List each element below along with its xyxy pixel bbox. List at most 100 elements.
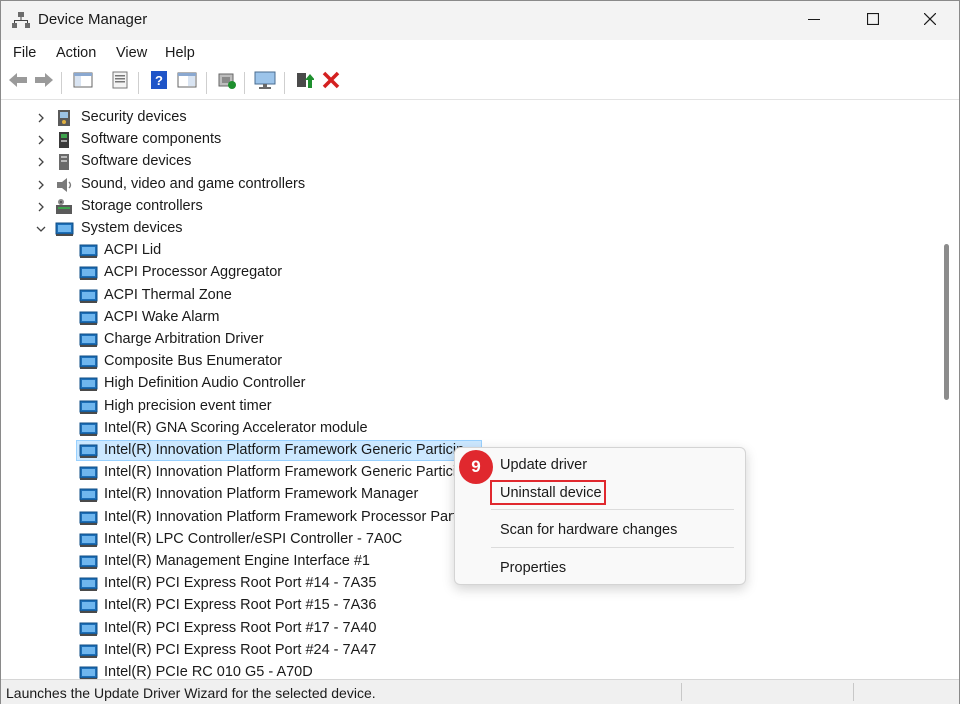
- tree-category-security-devices[interactable]: Security devices: [2, 107, 936, 129]
- status-bar: Launches the Update Driver Wizard for th…: [1, 679, 959, 704]
- tree-device-label: Intel(R) PCI Express Root Port #17 - 7A4…: [104, 619, 377, 636]
- chevron-right-icon[interactable]: [35, 178, 47, 190]
- properties-icon: [111, 71, 129, 94]
- tree-device[interactable]: ACPI Lid: [2, 240, 936, 262]
- chevron-down-icon[interactable]: [35, 222, 47, 234]
- tree-device[interactable]: Intel(R) PCIe RC 010 G5 - A70D: [2, 662, 936, 679]
- toolbar: ?: [1, 67, 959, 100]
- system-device-icon: [79, 442, 99, 460]
- maximize-icon: [866, 12, 880, 30]
- uninstall-button[interactable]: [320, 71, 342, 93]
- system-device-icon: [79, 242, 99, 260]
- tree-device[interactable]: Charge Arbitration Driver: [2, 329, 936, 351]
- menu-file[interactable]: File: [13, 45, 36, 61]
- show-hide-console-tree-button[interactable]: [72, 71, 94, 93]
- help-button[interactable]: ?: [148, 70, 170, 93]
- scan-hardware-icon: [217, 70, 237, 95]
- chevron-right-icon[interactable]: [35, 155, 47, 167]
- tree-category-label: Software devices: [81, 153, 192, 170]
- show-hide-tree-icon: [73, 71, 93, 94]
- monitor-icon: [254, 70, 276, 95]
- software-component-icon: [55, 131, 75, 149]
- toolbar-separator: [244, 72, 245, 94]
- back-button[interactable]: [7, 71, 29, 93]
- close-button[interactable]: [901, 1, 959, 40]
- tree-device[interactable]: Composite Bus Enumerator: [2, 351, 936, 373]
- forward-button[interactable]: [33, 71, 55, 93]
- ctx-scan-hardware[interactable]: Scan for hardware changes: [500, 522, 677, 538]
- software-device-icon: [55, 153, 75, 171]
- device-tree: Security devices Software components Softw…: [2, 101, 936, 679]
- tree-device-label: Intel(R) Management Engine Interface #1: [104, 553, 370, 569]
- status-text: Launches the Update Driver Wizard for th…: [6, 685, 376, 701]
- tree-device[interactable]: Intel(R) PCI Express Root Port #24 - 7A4…: [2, 640, 936, 662]
- system-device-icon: [79, 664, 99, 679]
- view-icon: [177, 71, 197, 94]
- tree-device[interactable]: ACPI Thermal Zone: [2, 285, 936, 307]
- device-manager-app-icon: [12, 11, 30, 29]
- tree-device[interactable]: High precision event timer: [2, 396, 936, 418]
- maximize-button[interactable]: [844, 1, 902, 40]
- tree-category-storage-controllers[interactable]: Storage controllers: [2, 196, 936, 218]
- step-badge: 9: [459, 450, 493, 484]
- toolbar-separator: [61, 72, 62, 94]
- toolbar-separator: [206, 72, 207, 94]
- tree-device-label: Intel(R) PCI Express Root Port #14 - 7A3…: [104, 575, 377, 592]
- tree-category-sound-video-and-game-controllers[interactable]: Sound, video and game controllers: [2, 174, 936, 196]
- view-button[interactable]: [176, 71, 198, 93]
- chevron-right-icon[interactable]: [35, 133, 47, 145]
- tree-device-label: Intel(R) Innovation Platform Framework G…: [104, 442, 465, 458]
- system-device-icon: [79, 464, 99, 482]
- tree-device-label: High precision event timer: [104, 397, 272, 414]
- tree-category-label: Software components: [81, 131, 222, 148]
- system-device-icon: [79, 620, 99, 638]
- tree-device[interactable]: Intel(R) GNA Scoring Accelerator module: [2, 418, 936, 440]
- tree-category-software-components[interactable]: Software components: [2, 129, 936, 151]
- ctx-update-driver[interactable]: Update driver: [500, 457, 587, 473]
- system-device-icon: [79, 531, 99, 549]
- tree-device[interactable]: Intel(R) PCI Express Root Port #17 - 7A4…: [2, 618, 936, 640]
- monitor-button[interactable]: [254, 71, 276, 93]
- uninstall-highlight-box: [490, 480, 606, 505]
- menu-help[interactable]: Help: [165, 45, 195, 61]
- status-divider: [853, 683, 854, 701]
- chevron-right-icon[interactable]: [35, 200, 47, 212]
- menu-action[interactable]: Action: [56, 45, 96, 61]
- ctx-separator: [491, 509, 734, 510]
- tree-device-label: Intel(R) Innovation Platform Framework P…: [104, 508, 468, 525]
- ctx-properties[interactable]: Properties: [500, 560, 566, 576]
- svg-text:?: ?: [155, 73, 163, 88]
- tree-device[interactable]: ACPI Wake Alarm: [2, 307, 936, 329]
- forward-arrow-icon: [34, 72, 54, 93]
- system-device-icon: [79, 575, 99, 593]
- tree-device-label: Charge Arbitration Driver: [104, 331, 264, 347]
- tree-category-software-devices[interactable]: Software devices: [2, 151, 936, 173]
- update-driver-button[interactable]: [293, 71, 315, 93]
- scrollbar-thumb[interactable]: [944, 244, 949, 400]
- context-menu: Update driver Uninstall device Scan for …: [454, 447, 746, 585]
- tree-category-system-devices[interactable]: System devices: [2, 218, 936, 240]
- tree-device[interactable]: ACPI Processor Aggregator: [2, 262, 936, 284]
- minimize-button[interactable]: [785, 1, 843, 40]
- scan-hardware-button[interactable]: [216, 71, 238, 93]
- tree-device-label: ACPI Processor Aggregator: [104, 264, 283, 281]
- minimize-icon: [808, 12, 820, 30]
- device-manager-window: Device Manager File Action View Help ? S…: [0, 0, 960, 704]
- system-device-icon: [79, 264, 99, 282]
- system-device-icon: [79, 331, 99, 349]
- window-title: Device Manager: [38, 11, 148, 28]
- tree-device[interactable]: Intel(R) PCI Express Root Port #15 - 7A3…: [2, 595, 936, 617]
- tree-device-label: Composite Bus Enumerator: [104, 353, 283, 370]
- system-device-icon: [79, 353, 99, 371]
- tree-device[interactable]: High Definition Audio Controller: [2, 373, 936, 395]
- properties-button[interactable]: [109, 71, 131, 93]
- tree-device-label: ACPI Wake Alarm: [104, 308, 220, 325]
- uninstall-x-icon: [322, 71, 340, 94]
- chevron-right-icon[interactable]: [35, 111, 47, 123]
- ctx-separator: [491, 547, 734, 548]
- security-device-icon: [55, 109, 75, 127]
- storage-controller-icon: [55, 198, 75, 216]
- menu-view[interactable]: View: [116, 45, 147, 61]
- system-device-icon: [79, 509, 99, 527]
- tree-category-label: Security devices: [81, 109, 187, 125]
